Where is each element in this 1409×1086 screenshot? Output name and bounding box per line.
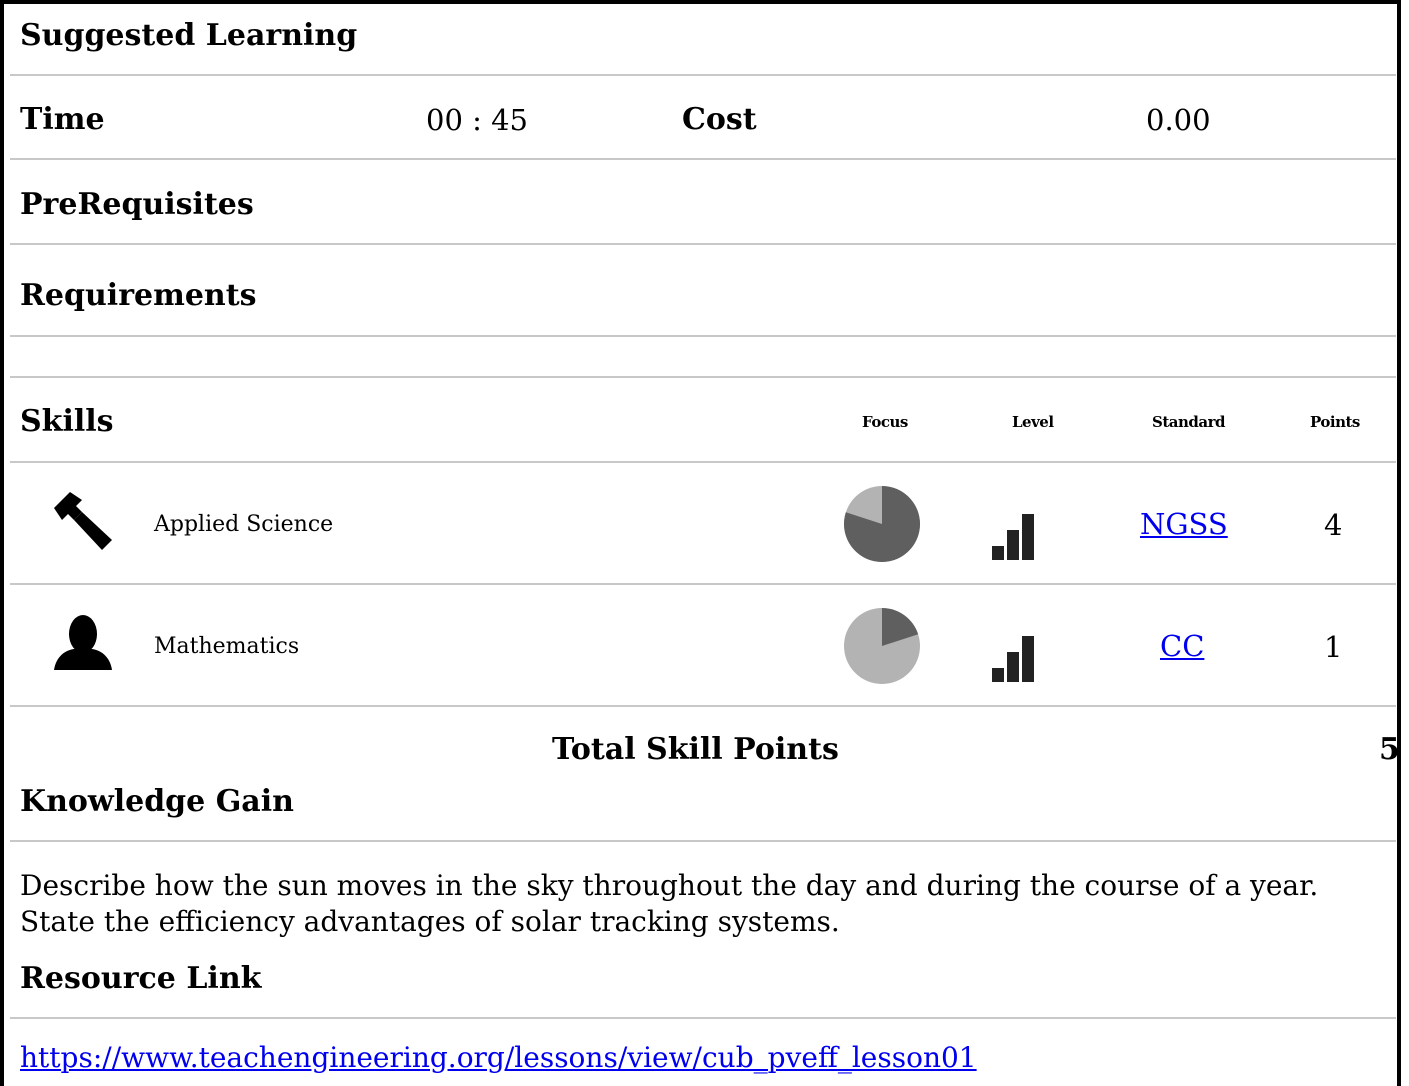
divider <box>10 243 1396 245</box>
level-column-header: Level <box>1012 413 1054 431</box>
person-icon <box>54 615 112 670</box>
total-skill-points-value: 5 <box>1379 732 1400 767</box>
section-title: Suggested Learning <box>20 18 358 53</box>
level-bars-icon <box>992 514 1034 560</box>
cost-label: Cost <box>682 102 757 137</box>
focus-pie <box>844 608 920 684</box>
time-value: 00 : 45 <box>426 103 529 137</box>
skills-label: Skills <box>20 404 114 439</box>
cost-value: 0.00 <box>1146 103 1211 137</box>
resource-url-link[interactable]: https://www.teachengineering.org/lessons… <box>20 1040 977 1076</box>
knowledge-line: State the efficiency advantages of solar… <box>20 905 840 938</box>
level-bars-icon <box>992 636 1034 682</box>
hammer-icon <box>54 492 112 550</box>
requirements-label: Requirements <box>20 278 257 313</box>
knowledge-gain-label: Knowledge Gain <box>20 784 294 819</box>
divider <box>10 705 1396 707</box>
standard-column-header: Standard <box>1152 413 1226 431</box>
divider <box>10 158 1396 160</box>
standard-link[interactable]: CC <box>1160 629 1204 663</box>
divider <box>10 583 1396 585</box>
skill-points: 4 <box>1324 508 1343 542</box>
skill-name: Applied Science <box>154 512 334 537</box>
divider <box>10 74 1396 76</box>
divider <box>10 376 1396 378</box>
points-column-header: Points <box>1310 413 1360 431</box>
skill-points: 1 <box>1324 630 1343 664</box>
time-label: Time <box>20 102 105 137</box>
divider <box>10 335 1396 337</box>
focus-pie <box>844 486 920 562</box>
skill-name: Mathematics <box>154 634 300 659</box>
resource-link-label: Resource Link <box>20 961 262 996</box>
total-skill-points-label: Total Skill Points <box>552 732 839 767</box>
prerequisites-label: PreRequisites <box>20 187 254 222</box>
divider <box>10 461 1396 463</box>
standard-link[interactable]: NGSS <box>1140 507 1228 541</box>
divider <box>10 1017 1396 1019</box>
knowledge-line: Describe how the sun moves in the sky th… <box>20 869 1319 902</box>
focus-column-header: Focus <box>862 413 908 431</box>
divider <box>10 840 1396 842</box>
